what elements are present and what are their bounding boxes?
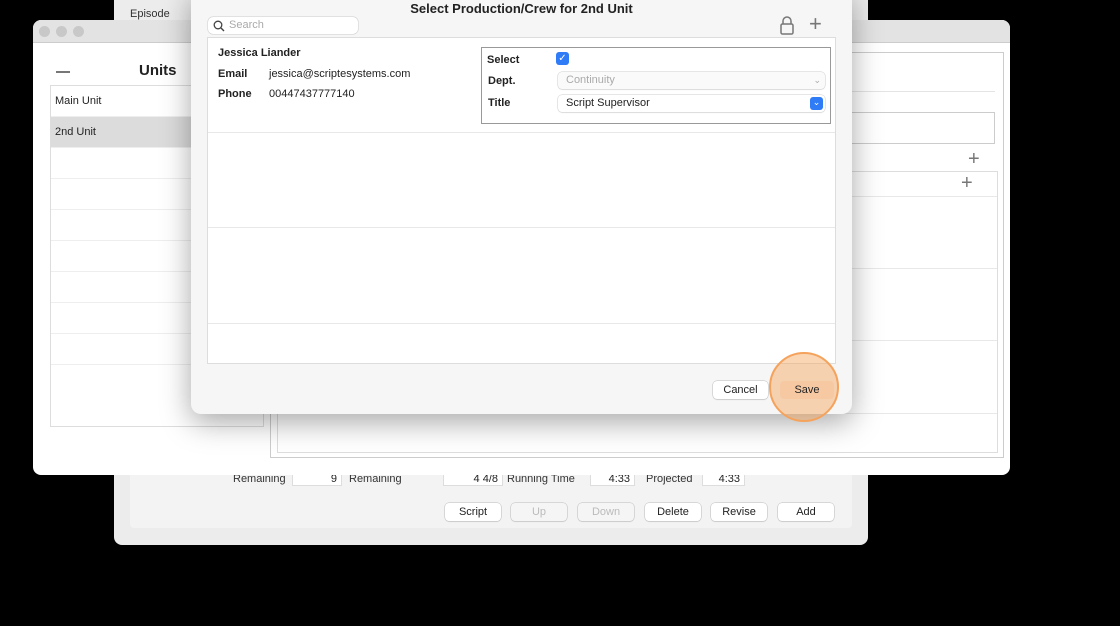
- search-input[interactable]: Search: [208, 17, 358, 34]
- add-button[interactable]: Add: [778, 503, 834, 521]
- delete-button[interactable]: Delete: [645, 503, 701, 521]
- dialog-title: Select Production/Crew for 2nd Unit: [410, 1, 633, 16]
- lock-icon[interactable]: [780, 16, 794, 35]
- dept-value: Continuity: [566, 74, 615, 86]
- email-value: jessica@scriptesystems.com: [269, 68, 411, 80]
- close-button[interactable]: [39, 26, 50, 37]
- units-title: Units: [139, 62, 177, 79]
- title-label: Title: [488, 97, 511, 109]
- save-button[interactable]: Save: [780, 381, 834, 399]
- minus-icon[interactable]: [56, 71, 70, 73]
- select-crew-dialog: Select Production/Crew for 2nd Unit Sear…: [191, 0, 852, 422]
- up-button[interactable]: Up: [511, 503, 567, 521]
- episode-label: Episode: [130, 8, 170, 20]
- plus-icon[interactable]: +: [961, 172, 973, 195]
- script-button[interactable]: Script: [445, 503, 501, 521]
- plus-icon[interactable]: +: [968, 148, 980, 171]
- title-select[interactable]: Script Supervisor ⌄: [558, 95, 825, 112]
- plus-icon[interactable]: +: [809, 11, 822, 37]
- search-icon: [213, 20, 225, 32]
- notes-field[interactable]: [831, 112, 995, 144]
- zoom-button[interactable]: [73, 26, 84, 37]
- chevron-down-icon: ⌄: [813, 75, 821, 85]
- down-button[interactable]: Down: [578, 503, 634, 521]
- revise-button[interactable]: Revise: [711, 503, 767, 521]
- phone-label: Phone: [218, 88, 252, 100]
- select-checkbox[interactable]: ✓: [556, 52, 569, 65]
- chevron-down-icon: ⌄: [810, 97, 823, 110]
- title-value: Script Supervisor: [566, 97, 650, 109]
- crew-list: Jessica Liander Email jessica@scriptesys…: [207, 37, 836, 364]
- minimize-button[interactable]: [56, 26, 67, 37]
- cancel-button[interactable]: Cancel: [713, 381, 768, 399]
- phone-value: 00447437777140: [269, 88, 355, 100]
- dept-label: Dept.: [488, 75, 516, 87]
- bottom-bar: Remaining 9 Remaining 4 4/8 Running Time…: [130, 470, 852, 528]
- person-name: Jessica Liander: [218, 47, 301, 59]
- dept-select[interactable]: Continuity ⌄: [558, 72, 825, 89]
- select-label: Select: [487, 54, 520, 66]
- email-label: Email: [218, 68, 248, 80]
- assignment-box: Select ✓ Dept. Continuity ⌄ Title Script …: [481, 47, 831, 124]
